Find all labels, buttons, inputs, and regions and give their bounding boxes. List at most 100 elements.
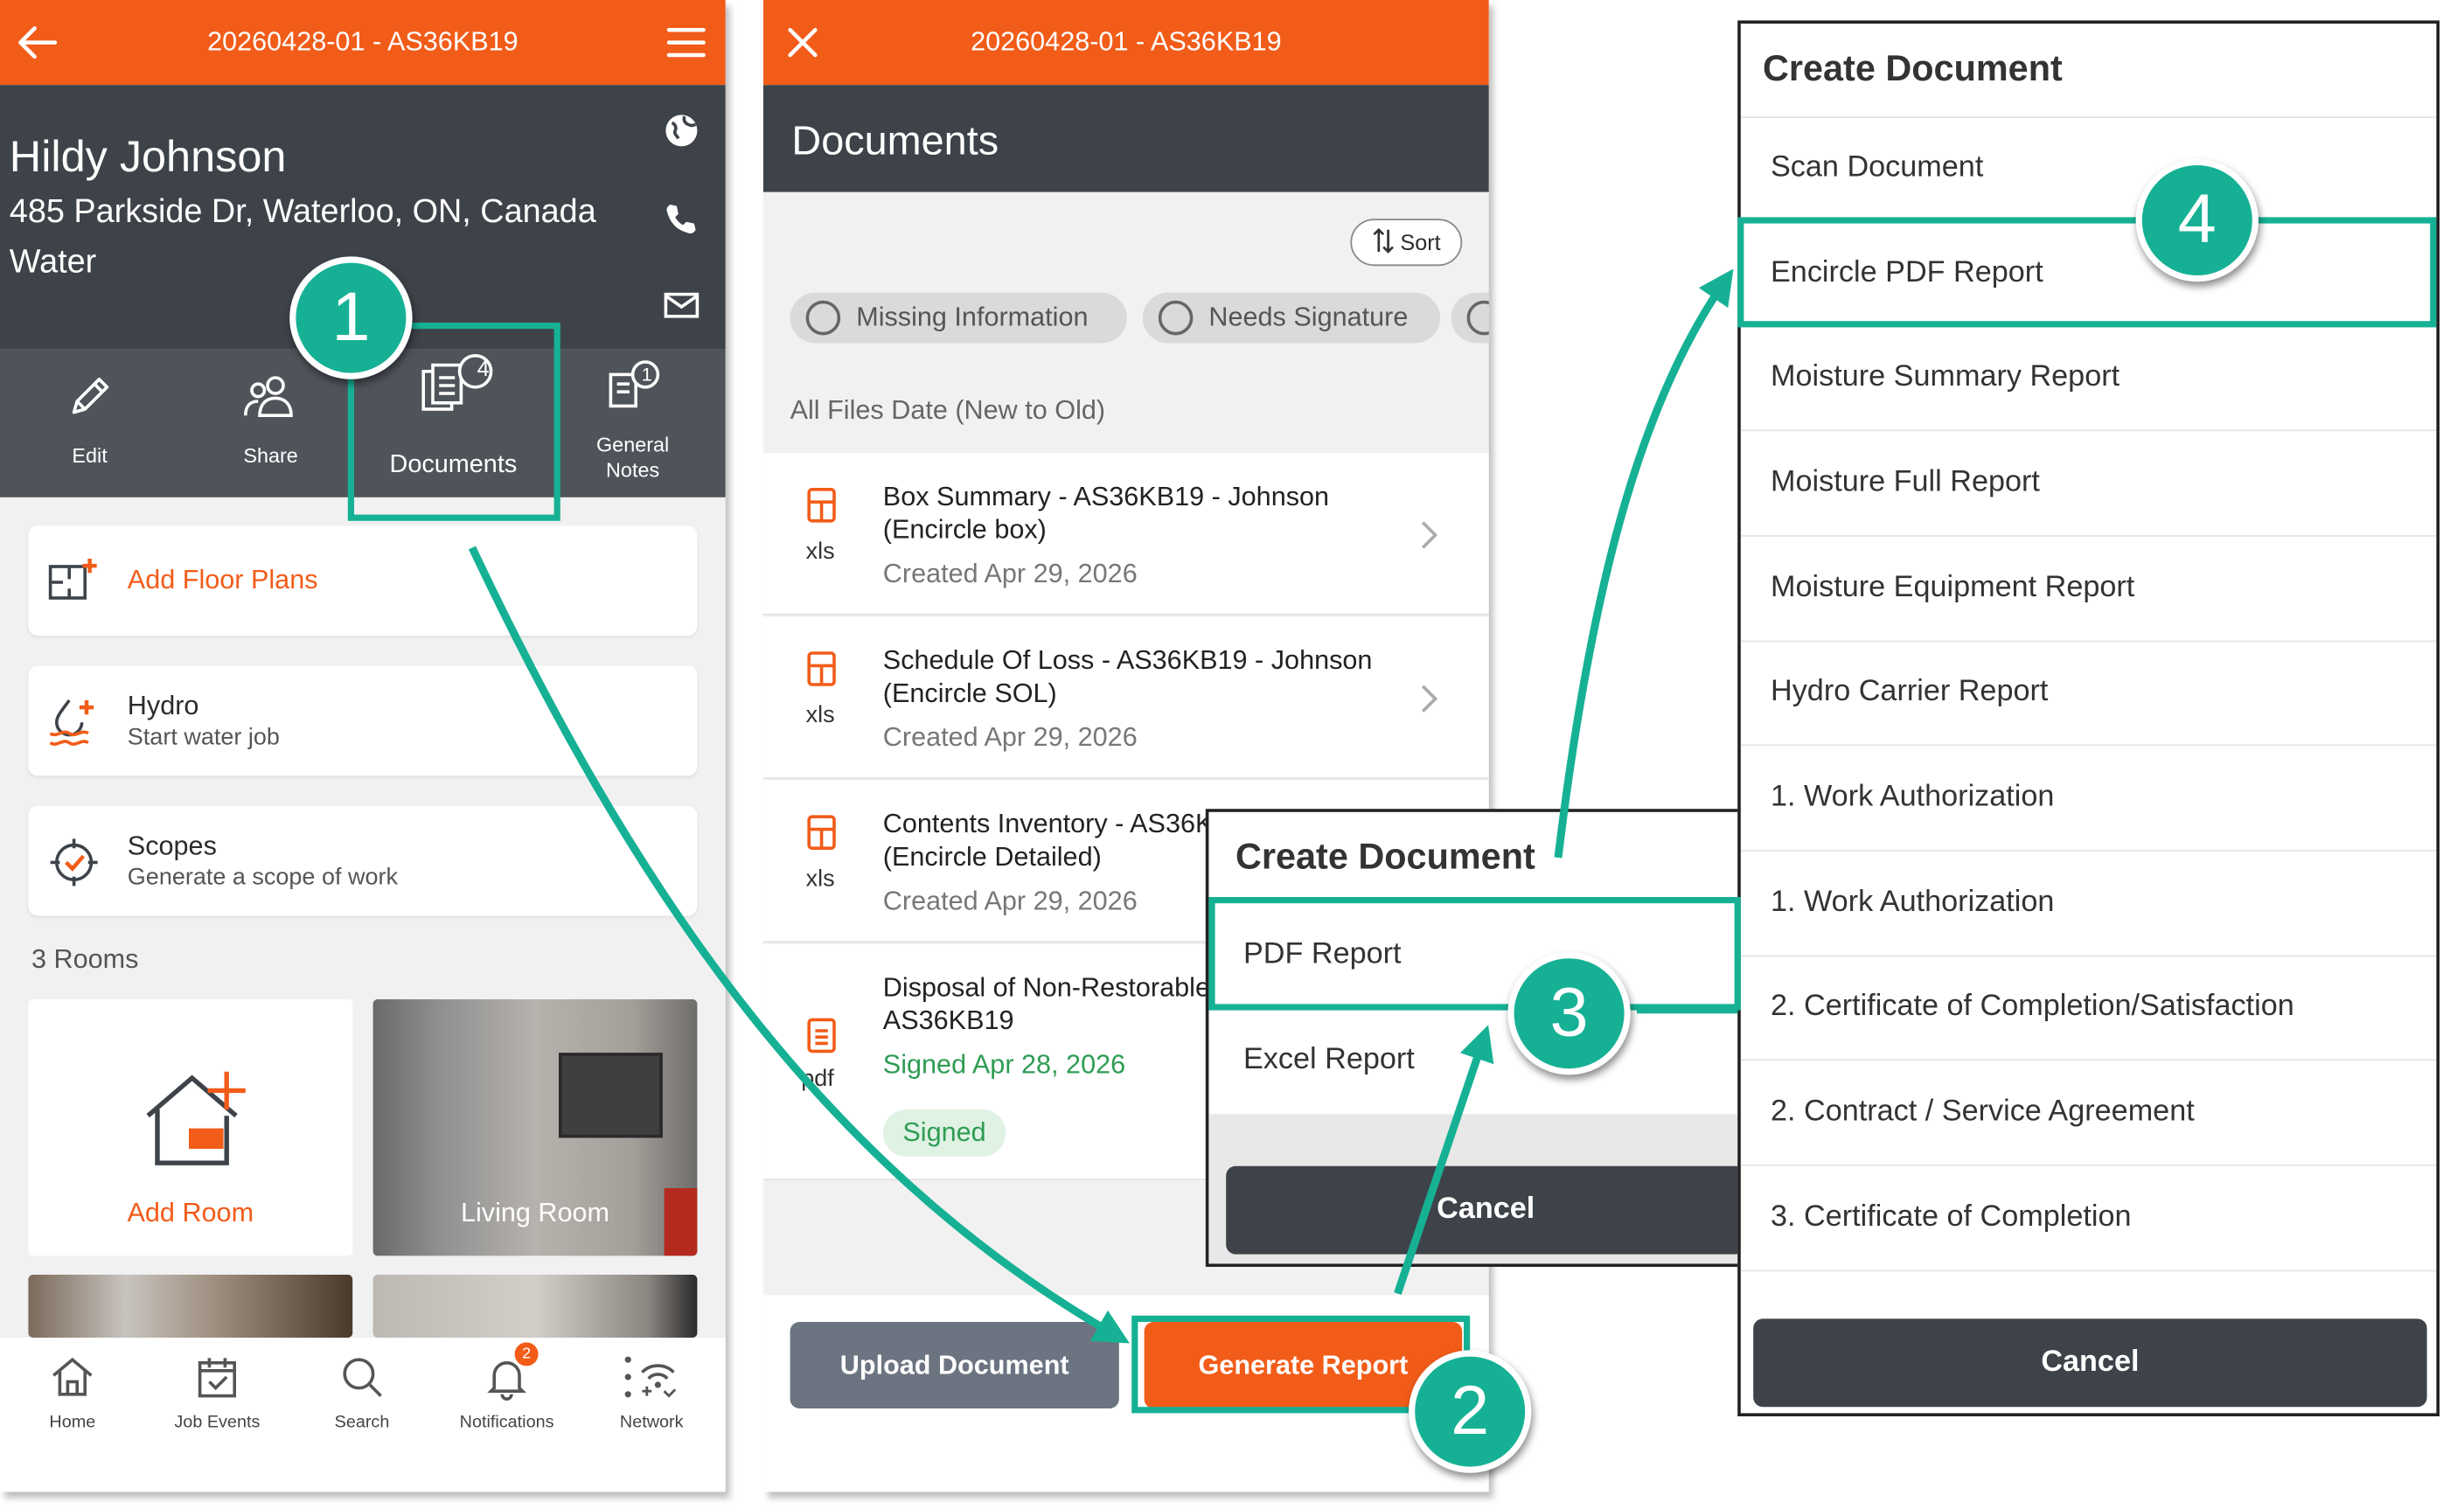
general-notes-label: General Notes (595, 433, 670, 482)
living-room-tile[interactable]: Living Room (372, 999, 698, 1256)
room-tile-3[interactable] (28, 1275, 353, 1338)
sort-label: Sort (1400, 229, 1441, 255)
spreadsheet-icon (806, 814, 838, 859)
customer-name: Hildy Johnson (9, 132, 287, 181)
popup-title: Create Document (1763, 47, 2063, 88)
moisture-equipment-report-option[interactable]: Moisture Equipment Report (1740, 537, 2437, 643)
nav-notifications[interactable]: 2 Notifications (435, 1338, 580, 1492)
scopes-title: Scopes (127, 831, 217, 861)
radio-circle-icon (1158, 300, 1194, 336)
nav-search-label: Search (334, 1413, 390, 1432)
rooms-count: 3 Rooms (31, 944, 139, 975)
certificate-completion-satisfaction-option[interactable]: 2. Certificate of Completion/Satisfactio… (1740, 956, 2437, 1061)
filter-more-chip[interactable] (1451, 292, 1489, 344)
share-action[interactable]: Share (200, 350, 342, 497)
file-ext: pdf (801, 1065, 834, 1093)
filter-missing-information[interactable]: Missing Information (790, 292, 1127, 344)
back-arrow-icon[interactable] (16, 20, 59, 64)
globe-icon[interactable] (661, 110, 702, 151)
radio-circle-icon (1466, 300, 1489, 336)
file-item[interactable]: xls Box Summary - AS36KB19 - Johnson (En… (763, 453, 1489, 615)
nav-home[interactable]: Home (0, 1338, 145, 1492)
search-icon (338, 1353, 386, 1405)
job-address: 485 Parkside Dr, Waterloo, ON, Canada (9, 193, 596, 230)
file-date: Created Apr 29, 2026 (882, 722, 1138, 753)
chevron-right-icon (1420, 519, 1439, 559)
file-date: Signed Apr 28, 2026 (882, 1049, 1126, 1080)
house-plus-icon (142, 1068, 248, 1180)
spreadsheet-icon (806, 486, 838, 532)
nav-notifications-label: Notifications (459, 1413, 554, 1432)
sort-button[interactable]: Sort (1350, 219, 1463, 267)
nav-job-events[interactable]: Job Events (145, 1338, 290, 1492)
nav-job-events-label: Job Events (174, 1413, 261, 1432)
nav-home-label: Home (49, 1413, 96, 1432)
cancel-button[interactable]: Cancel (1226, 1165, 1746, 1255)
job-id-title: 20260428-01 - AS36KB19 (207, 26, 519, 57)
documents-action[interactable]: 4 Documents (356, 350, 551, 497)
home-icon (49, 1353, 96, 1405)
notes-count-badge: 1 (641, 363, 652, 386)
hydro-title: Hydro (127, 691, 199, 721)
add-floor-plans-label: Add Floor Plans (127, 565, 318, 595)
file-name: Schedule Of Loss - AS36KB19 - Johnson (E… (882, 645, 1373, 708)
filter-label: Missing Information (856, 302, 1089, 332)
room-tile-4[interactable] (372, 1275, 698, 1338)
file-item[interactable]: xls Schedule Of Loss - AS36KB19 - Johnso… (763, 616, 1489, 779)
hydro-subtitle: Start water job (127, 724, 280, 751)
create-document-popup-large: Create Document Scan Document Encircle P… (1737, 20, 2440, 1416)
cancel-button[interactable]: Cancel (1753, 1318, 2427, 1408)
moisture-summary-report-option[interactable]: Moisture Summary Report (1740, 326, 2437, 432)
floor-plan-icon (47, 557, 98, 612)
moisture-full-report-option[interactable]: Moisture Full Report (1740, 431, 2437, 537)
step-badge-1: 1 (289, 256, 413, 379)
excel-report-option[interactable]: Excel Report (1208, 1011, 1746, 1116)
room-photo (559, 1053, 663, 1138)
popup-title: Create Document (1235, 835, 1535, 877)
file-list-label: All Files Date (New to Old) (790, 394, 1106, 425)
edit-action[interactable]: Edit (19, 350, 161, 497)
general-notes-action[interactable]: 1 General Notes (560, 350, 706, 497)
bottom-nav: Home Job Events Search 2 Notifications N… (0, 1338, 726, 1492)
email-icon[interactable] (661, 285, 702, 326)
close-icon[interactable] (781, 20, 825, 64)
calendar-check-icon (193, 1353, 240, 1405)
step-badge-3: 3 (1507, 952, 1631, 1075)
filter-needs-signature[interactable]: Needs Signature (1142, 292, 1440, 344)
contract-service-agreement-option[interactable]: 2. Contract / Service Agreement (1740, 1060, 2437, 1166)
hamburger-menu-icon[interactable] (665, 20, 708, 64)
file-date: Created Apr 29, 2026 (882, 559, 1138, 589)
create-document-popup-small: Create Document PDF Report Excel Report … (1205, 809, 1749, 1267)
file-date: Created Apr 29, 2026 (882, 886, 1138, 916)
scopes-card[interactable]: Scopes Generate a scope of work (28, 805, 698, 916)
file-ext: xls (805, 866, 835, 893)
encircle-pdf-report-option[interactable]: Encircle PDF Report (1740, 222, 2437, 328)
network-icon (620, 1353, 683, 1405)
phone-icon[interactable] (661, 198, 702, 240)
work-authorization-option-2[interactable]: 1. Work Authorization (1740, 852, 2437, 957)
people-icon (240, 372, 300, 427)
pdf-report-option[interactable]: PDF Report (1208, 905, 1746, 1011)
scan-document-option[interactable]: Scan Document (1740, 116, 2437, 222)
add-room-tile[interactable]: Add Room (28, 999, 353, 1256)
nav-network-label: Network (619, 1413, 684, 1432)
target-icon (47, 836, 101, 897)
loss-type: Water (9, 244, 97, 281)
file-name: Box Summary - AS36KB19 - Johnson (Encirc… (882, 481, 1330, 545)
filter-label: Needs Signature (1208, 302, 1409, 332)
nav-network[interactable]: Network (579, 1338, 724, 1492)
certificate-completion-option[interactable]: 3. Certificate of Completion (1740, 1166, 2437, 1272)
file-ext: xls (805, 701, 835, 729)
documents-top-bar: 20260428-01 - AS36KB19 (763, 0, 1489, 86)
notifications-count-badge: 2 (514, 1342, 539, 1366)
hydro-carrier-report-option[interactable]: Hydro Carrier Report (1740, 641, 2437, 747)
chevron-right-icon (1420, 683, 1439, 722)
add-floor-plans-card[interactable]: Add Floor Plans (28, 525, 698, 636)
hydro-card[interactable]: Hydro Start water job (28, 665, 698, 776)
upload-document-button[interactable]: Upload Document (790, 1322, 1119, 1408)
nav-search[interactable]: Search (289, 1338, 435, 1492)
step-badge-4: 4 (2135, 158, 2259, 282)
job-screen: 20260428-01 - AS36KB19 Hildy Johnson 485… (0, 0, 726, 1492)
work-authorization-option[interactable]: 1. Work Authorization (1740, 746, 2437, 852)
share-label: Share (243, 443, 298, 468)
